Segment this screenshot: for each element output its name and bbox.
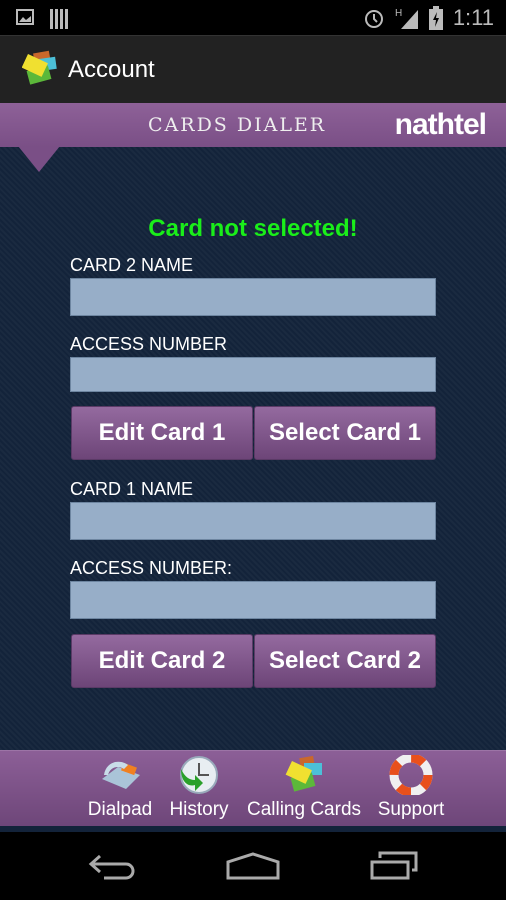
access-number-label: ACCESS NUMBER <box>70 334 228 354</box>
card-1-name-label: CARD 1 NAME <box>70 479 194 499</box>
phone-icon <box>102 761 140 789</box>
system-nav-bar <box>0 832 506 900</box>
select-card-1-button[interactable]: Select Card 1 <box>254 406 436 460</box>
card-1-name-input[interactable] <box>70 502 436 540</box>
status-bar: H 1:11 <box>0 0 506 35</box>
banner: CARDS DIALER nathtel <box>0 103 506 147</box>
home-icon[interactable] <box>226 852 280 882</box>
card-2-name-label: CARD 2 NAME <box>70 255 194 275</box>
network-type: H <box>395 8 402 19</box>
access-number-input[interactable] <box>70 357 436 392</box>
banner-title: CARDS DIALER <box>148 114 327 136</box>
app-cards-icon[interactable] <box>22 50 60 88</box>
recents-icon[interactable] <box>370 850 420 882</box>
selection-status-message: Card not selected! <box>148 215 358 242</box>
cards-icon <box>285 755 322 792</box>
edit-card-1-button[interactable]: Edit Card 1 <box>71 406 253 460</box>
battery-charging-icon <box>428 6 443 30</box>
nav-history-label: History <box>169 799 229 820</box>
action-bar: Account <box>0 35 506 103</box>
nav-dialpad-label: Dialpad <box>87 799 153 820</box>
card-2-name-input[interactable] <box>70 278 436 316</box>
sim-icon <box>50 9 68 29</box>
back-icon[interactable] <box>88 852 138 882</box>
access-number-2-label: ACCESS NUMBER: <box>70 558 233 578</box>
access-number-2-input[interactable] <box>70 581 436 619</box>
bottom-nav: Dialpad History Calling Cards Support <box>0 750 506 826</box>
signal-icon: H <box>395 8 418 29</box>
nav-support[interactable]: Support <box>374 751 448 821</box>
clock-icon <box>180 756 218 794</box>
edit-card-2-button[interactable]: Edit Card 2 <box>71 634 253 688</box>
nav-support-label: Support <box>377 799 445 820</box>
lifebuoy-icon <box>389 755 433 795</box>
alarm-icon <box>364 10 383 28</box>
image-icon <box>16 9 34 25</box>
select-card-2-button[interactable]: Select Card 2 <box>254 634 436 688</box>
nav-calling-cards-label: Calling Cards <box>246 799 362 820</box>
nav-dialpad[interactable]: Dialpad <box>86 751 154 821</box>
nav-history[interactable]: History <box>166 751 232 821</box>
page-title: Account <box>68 56 155 83</box>
clock-time: 1:11 <box>452 5 494 30</box>
banner-pointer <box>18 146 60 172</box>
nathtel-logo: nathtel <box>394 108 487 141</box>
nav-calling-cards[interactable]: Calling Cards <box>244 751 364 821</box>
main-content: Card not selected! CARD 2 NAME ACCESS NU… <box>0 147 506 750</box>
